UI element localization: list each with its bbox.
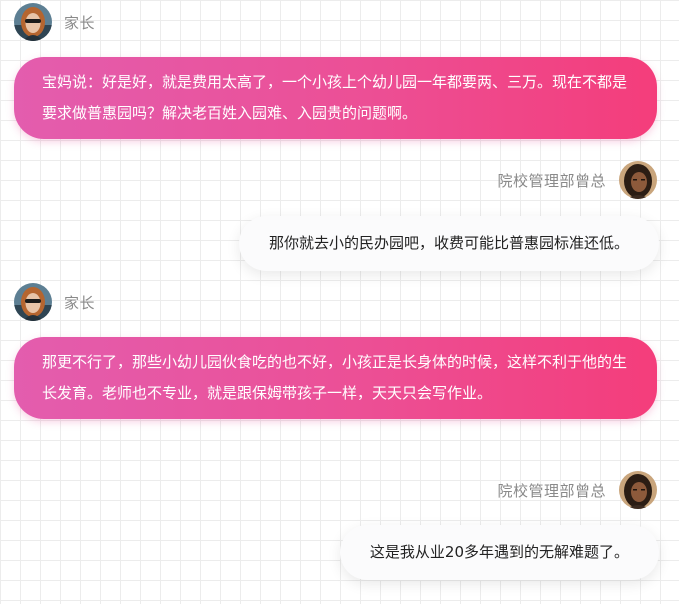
sender-name: 家长 [64, 13, 96, 32]
message-text: 这是我从业20多年遇到的无解难题了。 [369, 543, 629, 561]
message-text: 宝妈说：好是好，就是费用太高了，一个小孩上个幼儿园一年都要两、三万。现在不都是要… [42, 73, 628, 122]
parent-avatar-icon[interactable] [14, 283, 52, 321]
school-message-bubble: 这是我从业20多年遇到的无解难题了。 [339, 525, 659, 580]
message-header-parent: 家长 [14, 2, 95, 42]
parent-message-bubble: 那更不行了，那些小幼儿园伙食吃的也不好，小孩正是长身体的时候，这样不利于他的生长… [14, 337, 657, 419]
message-text: 那更不行了，那些小幼儿园伙食吃的也不好，小孩正是长身体的时候，这样不利于他的生长… [42, 353, 628, 402]
sender-name: 院校管理部曾总 [497, 171, 606, 190]
school-message-bubble: 那你就去小的民办园吧，收费可能比普惠园标准还低。 [238, 216, 659, 271]
message-text: 那你就去小的民办园吧，收费可能比普惠园标准还低。 [268, 234, 629, 252]
message-header-school: 院校管理部曾总 [497, 470, 657, 510]
parent-avatar-icon[interactable] [14, 3, 52, 41]
message-header-parent: 家长 [14, 282, 95, 322]
parent-message-bubble: 宝妈说：好是好，就是费用太高了，一个小孩上个幼儿园一年都要两、三万。现在不都是要… [14, 57, 657, 139]
school-avatar-icon[interactable] [619, 161, 657, 199]
sender-name: 家长 [64, 293, 96, 312]
sender-name: 院校管理部曾总 [497, 481, 606, 500]
message-header-school: 院校管理部曾总 [497, 160, 657, 200]
school-avatar-icon[interactable] [619, 471, 657, 509]
